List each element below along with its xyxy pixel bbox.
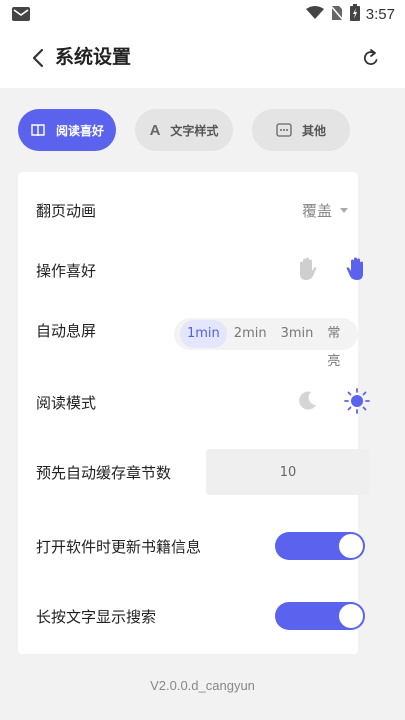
tab-bar: 阅读喜好 A 文字样式 其他: [0, 109, 405, 151]
screen-off-segmented-control: 1min 2min 3min 常亮: [174, 318, 358, 369]
toggle-knob: [339, 534, 363, 558]
update-on-open-label: 打开软件时更新书籍信息: [36, 538, 202, 556]
page-animation-row: 翻页动画 覆盖: [18, 198, 358, 224]
tab-other[interactable]: 其他: [252, 109, 350, 151]
precache-count-input[interactable]: 10: [206, 449, 370, 495]
moon-icon[interactable]: [296, 390, 318, 416]
update-on-open-toggle[interactable]: [275, 532, 365, 560]
auto-screen-off-row: 自动息屏 1min 2min 3min 常亮: [18, 318, 358, 369]
no-sim-icon: [330, 5, 344, 25]
letter-a-icon: A: [149, 121, 161, 139]
chevron-left-icon: [32, 48, 44, 68]
page-animation-select[interactable]: 覆盖: [302, 200, 348, 221]
auto-screen-off-label: 自动息屏: [36, 322, 97, 340]
tab-text-style[interactable]: A 文字样式: [135, 109, 233, 151]
status-time: 3:57: [365, 6, 395, 23]
right-hand-icon[interactable]: [344, 256, 368, 286]
precache-row: 预先自动缓存章节数 10: [18, 449, 370, 495]
tab-reading-preference[interactable]: 阅读喜好: [18, 109, 116, 151]
tab-label: 其他: [301, 123, 326, 138]
screen-off-option-2min[interactable]: 2min: [227, 320, 274, 348]
wifi-icon: [305, 5, 324, 24]
caret-down-icon: [340, 208, 348, 213]
toggle-knob: [339, 604, 363, 628]
refresh-icon: [363, 49, 378, 65]
tab-label: 文字样式: [170, 123, 219, 138]
operation-pref-label: 操作喜好: [36, 262, 97, 280]
reset-button[interactable]: [359, 44, 383, 72]
gmail-icon: [12, 6, 30, 25]
page-title: 系统设置: [55, 46, 132, 68]
battery-charging-icon: [349, 4, 360, 25]
tab-label: 阅读喜好: [55, 123, 104, 138]
version-text: V2.0.0.d_cangyun: [150, 678, 255, 693]
left-hand-icon[interactable]: [295, 256, 319, 286]
page-animation-label: 翻页动画: [36, 202, 97, 220]
longpress-search-label: 长按文字显示搜索: [36, 608, 157, 626]
read-mode-row: 阅读模式: [18, 388, 370, 416]
page-animation-value: 覆盖: [301, 202, 332, 220]
screen-off-option-always[interactable]: 常亮: [320, 320, 352, 369]
screen-off-option-1min[interactable]: 1min: [180, 320, 227, 348]
update-on-open-row: 打开软件时更新书籍信息: [18, 532, 365, 560]
ellipsis-box-icon: [276, 123, 292, 137]
back-button[interactable]: [26, 44, 50, 72]
book-icon: [31, 124, 45, 137]
app-header: 系统设置: [0, 28, 405, 88]
precache-label: 预先自动缓存章节数: [36, 464, 172, 482]
screen-off-option-3min[interactable]: 3min: [274, 320, 321, 348]
read-mode-label: 阅读模式: [36, 394, 97, 412]
longpress-search-row: 长按文字显示搜索: [18, 602, 365, 630]
settings-card: 翻页动画 覆盖 操作喜好 自动息屏 1min 2min 3min 常亮 阅读模式: [18, 172, 370, 654]
sun-icon[interactable]: [344, 388, 370, 418]
status-bar: 3:57: [0, 0, 405, 28]
operation-pref-row: 操作喜好: [18, 256, 363, 286]
longpress-search-toggle[interactable]: [275, 602, 365, 630]
